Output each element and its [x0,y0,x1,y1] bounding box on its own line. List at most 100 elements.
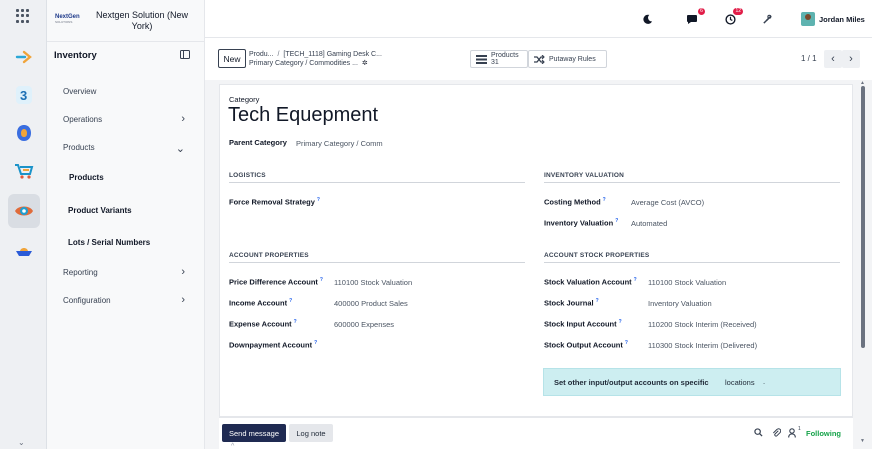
apps-menu-icon[interactable] [16,9,30,23]
chevron-up-icon[interactable]: ^ [231,443,239,449]
following-button[interactable]: Following [806,429,841,438]
pager-value[interactable]: 1 / 1 [801,54,817,63]
downpayment-account-field[interactable] [334,341,504,351]
stock-journal-field[interactable]: Inventory Valuation [648,299,712,308]
company-logo: NextGen SOLUTIONS [55,14,80,28]
putaway-rules-label: Putaway Rules [549,55,596,63]
account-label-text: Price Difference Account [229,277,318,287]
log-note-button[interactable]: Log note [289,424,333,442]
costing-method-label-text: Costing Method [544,197,601,207]
help-icon[interactable]: ? [596,298,599,304]
company-switcher[interactable]: NextGen SOLUTIONS Nextgen Solution (New … [47,0,205,42]
sidebar-item-products[interactable]: Products ⌄ [63,143,191,155]
category-name-field[interactable]: Tech Equepment [228,104,378,127]
sidebar-toggle-icon[interactable] [180,50,190,59]
chevron-down-icon[interactable]: ⌄ [18,438,25,447]
sidebar-subitem-products[interactable]: Products [69,173,104,182]
scrollbar-thumb[interactable] [861,86,865,348]
activities-clock-icon[interactable]: 12 [722,8,743,27]
discuss-app-icon[interactable] [8,42,40,72]
sidebar-item-label: Configuration [63,296,111,305]
user-name: Jordan Miles [819,14,865,24]
dark-mode-moon-icon[interactable] [639,11,655,27]
chatter-bar: Send message Log note 1 Following ^ [219,417,853,449]
products-smart-label: Products [491,52,519,59]
breadcrumb-separator: / [277,51,280,58]
account-label-text: Income Account [229,298,288,308]
stock-input-account-field[interactable]: 110200 Stock Interim (Received) [648,320,757,329]
sidebar-item-configuration[interactable]: Configuration › [63,294,191,306]
stock-valuation-account-field[interactable]: 110100 Stock Valuation [648,278,726,287]
account-stock-properties-section-title: ACCOUNT STOCK PROPERTIES [544,252,650,259]
3cx-app-icon[interactable]: 3 [8,80,40,110]
costing-method-field[interactable]: Average Cost (AVCO) [631,198,704,207]
help-icon[interactable]: ? [289,298,292,304]
search-icon[interactable] [754,428,763,439]
help-icon[interactable]: ? [294,319,297,325]
stock-input-account-label: Stock Input Account? [544,319,622,329]
stock-valuation-account-label: Stock Valuation Account? [544,277,637,287]
help-icon[interactable]: ? [615,218,618,224]
sidebar-subitem-product-variants[interactable]: Product Variants [68,206,132,215]
sidebar-subitem-lots-serial-numbers[interactable]: Lots / Serial Numbers [68,238,150,247]
breadcrumb: Produ... / [TECH_1118] Gaming Desk C... … [249,50,382,68]
breadcrumb-link-product[interactable]: [TECH_1118] Gaming Desk C... [283,51,382,58]
sidebar-item-reporting[interactable]: Reporting › [63,266,191,278]
attachment-paperclip-icon[interactable] [772,428,782,440]
inventory-valuation-field[interactable]: Automated [631,219,667,228]
breadcrumb-current: Primary Category / Commodities ... [249,60,358,67]
section-divider [544,182,840,183]
help-icon[interactable]: ? [625,340,628,346]
messages-icon[interactable]: 6 [684,8,705,27]
followers-user-icon[interactable] [788,428,796,440]
company-name: Nextgen Solution (New York) [95,10,189,31]
help-icon[interactable]: ? [603,197,606,203]
scroll-down-arrow[interactable]: ▼ [860,438,865,444]
account-label-text: Stock Output Account [544,340,623,350]
help-icon[interactable]: ? [314,340,317,346]
help-icon[interactable]: ? [634,277,637,283]
inventory-valuation-label: Inventory Valuation? [544,218,618,228]
sidebar-item-overview[interactable]: Overview [63,87,191,96]
price-difference-account-field[interactable]: 110100 Stock Valuation [334,278,412,287]
section-divider [544,262,840,263]
products-smart-count: 31 [491,59,499,66]
chevron-right-icon: › [181,294,185,306]
help-icon[interactable]: ? [317,197,320,203]
pager-next-button[interactable]: › [842,50,860,68]
products-smart-button[interactable]: Products 31 [470,50,528,68]
apps-icon[interactable] [8,118,40,148]
locations-link[interactable]: locations [725,378,755,387]
removal-strategy-field[interactable] [334,197,504,207]
price-difference-account-label: Price Difference Account? [229,277,323,287]
parent-category-label: Parent Category [229,138,287,147]
help-icon[interactable]: ? [320,277,323,283]
income-account-field[interactable]: 400000 Product Sales [334,299,408,308]
stock-journal-label: Stock Journal? [544,298,599,308]
module-header: Inventory [54,50,198,64]
debug-tools-icon[interactable] [759,11,775,27]
logistics-section-title: LOGISTICS [229,172,266,179]
putaway-rules-button[interactable]: Putaway Rules [528,50,607,68]
expense-account-field[interactable]: 600000 Expenses [334,320,394,329]
module-title: Inventory [54,50,97,61]
form-view: Category Tech Equepment Parent Category … [205,80,872,417]
breadcrumb-link-products[interactable]: Produ... [249,51,274,58]
account-label-text: Stock Journal [544,298,594,308]
send-message-button[interactable]: Send message [222,424,286,442]
chevron-right-icon: › [181,113,185,125]
pager-previous-button[interactable]: ‹ [824,50,842,68]
parent-category-field[interactable]: Primary Category / Comm [296,139,383,148]
gear-icon[interactable]: ✲ [362,59,368,68]
help-icon[interactable]: ? [619,319,622,325]
followers-count: 1 [798,426,801,432]
sidebar-item-operations[interactable]: Operations › [63,113,191,125]
user-menu[interactable]: Jordan Miles [801,11,865,27]
account-label-text: Stock Input Account [544,319,617,329]
alert-suffix: . [763,377,766,386]
inventory-app-icon[interactable] [8,194,40,228]
boat-app-icon[interactable] [8,236,40,266]
sales-cart-icon[interactable] [8,156,40,186]
new-button[interactable]: New [218,49,246,68]
stock-output-account-field[interactable]: 110300 Stock Interim (Delivered) [648,341,757,350]
